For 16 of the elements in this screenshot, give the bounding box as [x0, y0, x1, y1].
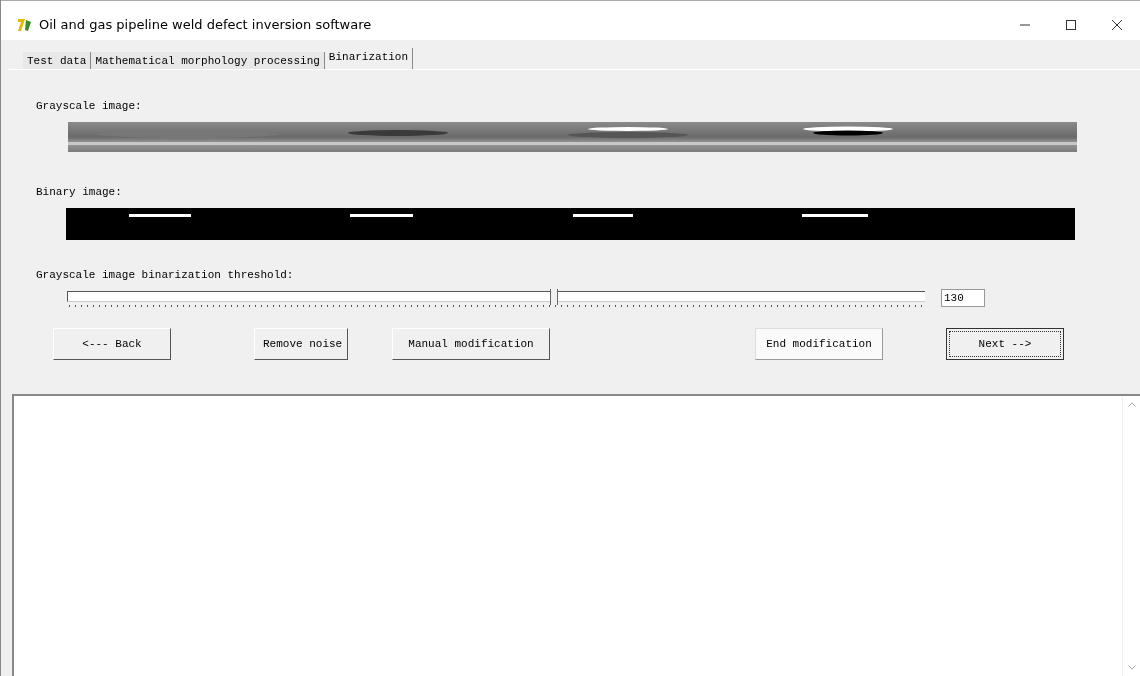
- action-button[interactable]: <--- Back: [53, 328, 171, 360]
- action-button[interactable]: Manual modification: [392, 328, 550, 360]
- scroll-up-icon[interactable]: [1127, 402, 1136, 407]
- action-button[interactable]: End modification: [755, 328, 883, 360]
- action-button[interactable]: Remove noise: [254, 328, 348, 360]
- threshold-slider[interactable]: [67, 289, 925, 309]
- tab[interactable]: Test data: [23, 52, 92, 69]
- action-button[interactable]: Next -->: [946, 328, 1064, 360]
- scroll-down-icon[interactable]: [1127, 665, 1136, 670]
- app-logo-icon: [17, 16, 33, 33]
- grayscale-label: Grayscale image:: [36, 100, 143, 112]
- threshold-field[interactable]: 130: [941, 289, 985, 307]
- tab[interactable]: Mathematical morphology processing: [91, 52, 325, 69]
- threshold-label: Grayscale image binarization threshold:: [36, 269, 295, 281]
- window-title: Oil and gas pipeline weld defect inversion software: [39, 17, 373, 32]
- binary-label: Binary image:: [36, 186, 123, 198]
